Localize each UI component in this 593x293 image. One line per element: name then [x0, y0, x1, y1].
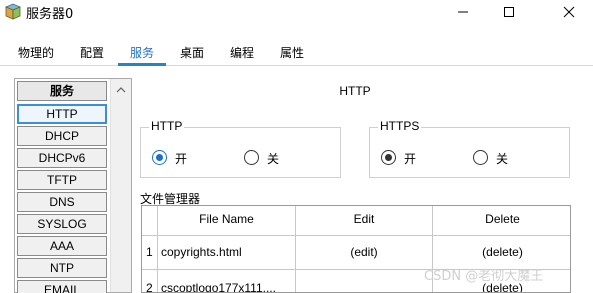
page-title: HTTP — [339, 84, 371, 98]
file-name-cell: copyrights.html — [161, 245, 242, 259]
window-title: 服务器0 — [26, 7, 74, 22]
service-item-http[interactable]: HTTP — [17, 104, 107, 124]
http-off-label: 关 — [267, 152, 280, 166]
close-icon — [563, 6, 575, 18]
file-name-cell: cscoptlogo177x111.... — [161, 281, 276, 293]
https-group-label: HTTPS — [378, 119, 422, 133]
edit-link[interactable]: (edit) — [296, 245, 432, 259]
http-on-radio[interactable] — [152, 150, 167, 165]
chevron-up-icon — [116, 87, 126, 93]
tab-attributes[interactable]: 属性 — [274, 44, 310, 64]
tab-config[interactable]: 配置 — [74, 44, 110, 64]
service-item-ntp[interactable]: NTP — [17, 258, 107, 278]
service-item-syslog[interactable]: SYSLOG — [17, 214, 107, 234]
service-item-tftp[interactable]: TFTP — [17, 170, 107, 190]
server-app-icon — [4, 3, 22, 21]
service-item-dhcpv6[interactable]: DHCPv6 — [17, 148, 107, 168]
https-on-label: 开 — [404, 152, 417, 166]
tab-services[interactable]: 服务 — [124, 44, 160, 64]
watermark-text: CSDN @老彻大魔王 — [424, 269, 544, 284]
tab-programming[interactable]: 编程 — [224, 44, 260, 64]
row-index: 1 — [146, 245, 153, 259]
service-item-dhcp[interactable]: DHCP — [17, 126, 107, 146]
minimize-icon — [458, 11, 468, 13]
https-group: HTTPS 开 关 — [369, 119, 570, 178]
radio-selected-dot — [156, 154, 163, 161]
tab-bar: 物理的 配置 服务 桌面 编程 属性 — [0, 40, 593, 66]
https-off-radio[interactable] — [473, 150, 488, 165]
tab-desktop[interactable]: 桌面 — [174, 44, 210, 64]
service-item-email[interactable]: EMAIL — [17, 280, 107, 293]
maximize-button[interactable] — [486, 0, 532, 24]
service-item-dns[interactable]: DNS — [17, 192, 107, 212]
close-button[interactable] — [546, 0, 592, 24]
delete-link[interactable]: (delete) — [433, 245, 570, 259]
https-on-radio[interactable] — [381, 150, 396, 165]
services-header: 服务 — [17, 81, 107, 101]
http-group-label: HTTP — [149, 119, 185, 133]
https-off-label: 关 — [496, 152, 509, 166]
maximize-icon — [504, 7, 514, 17]
scroll-up-button[interactable] — [111, 81, 131, 99]
title-bar: 服务器0 — [0, 0, 593, 24]
column-header-edit: Edit — [353, 212, 375, 226]
column-header-delete: Delete — [485, 212, 520, 226]
http-group: HTTP 开 关 — [140, 119, 341, 178]
services-scrollbar[interactable] — [110, 79, 131, 292]
minimize-button[interactable] — [440, 0, 486, 24]
services-list: 服务 HTTP DHCP DHCPv6 TFTP DNS SYSLOG AAA … — [14, 78, 132, 293]
tab-physical[interactable]: 物理的 — [14, 44, 58, 64]
row-index: 2 — [146, 281, 153, 293]
radio-selected-dot — [385, 154, 392, 161]
http-off-radio[interactable] — [244, 150, 259, 165]
service-item-aaa[interactable]: AAA — [17, 236, 107, 256]
row-divider — [142, 235, 570, 236]
active-tab-indicator — [118, 63, 166, 66]
column-header-file-name: File Name — [199, 212, 254, 226]
http-on-label: 开 — [175, 152, 188, 166]
